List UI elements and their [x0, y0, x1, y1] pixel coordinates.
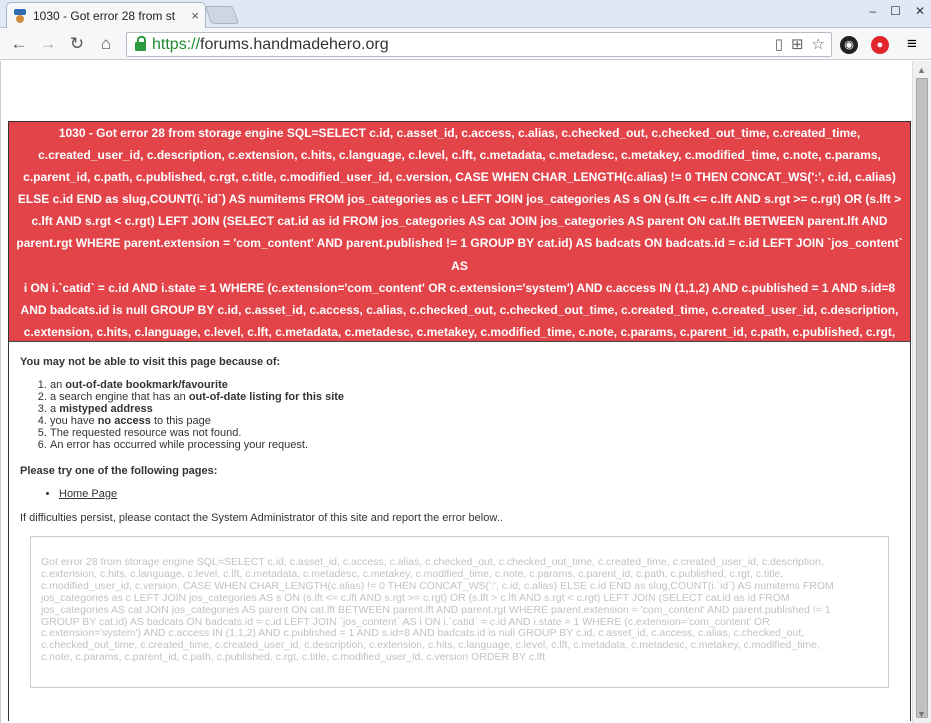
translate-icon[interactable]: ⊞: [791, 35, 804, 53]
url-host: forums.handmadehero.org: [200, 35, 389, 53]
reason-item: an out-of-date bookmark/favourite: [50, 379, 899, 391]
extension-red-icon[interactable]: ●: [869, 33, 891, 55]
error-line: c.extension, c.hits, c.language, c.level…: [23, 324, 896, 339]
tab-title: 1030 - Got error 28 from st: [33, 8, 176, 23]
address-bar[interactable]: https://forums.handmadehero.org ▯ ⊞ ☆: [126, 32, 832, 57]
error-line: ELSE c.id END as slug,COUNT(i.`id`) AS n…: [17, 192, 902, 207]
scroll-up-arrow-icon[interactable]: ▲: [917, 65, 926, 75]
reason-text: to this page: [150, 415, 211, 427]
error-detail-box: Got error 28 from storage engine SQL=SEL…: [30, 536, 889, 688]
maximize-icon[interactable]: ☐: [890, 4, 901, 18]
reader-mode-icon[interactable]: ▯: [775, 35, 783, 53]
reason-text: you have: [50, 415, 98, 427]
home-icon[interactable]: ⌂: [95, 33, 117, 55]
error-line: i ON i.`catid` = c.id AND i.state = 1 WH…: [23, 280, 896, 295]
error-detail-line: c.note, c.params, c.parent_id, c.path, c…: [41, 651, 546, 664]
browser-titlebar: 1030 - Got error 28 from st × – ☐ ✕: [0, 0, 931, 28]
reason-text: The requested resource was not found.: [50, 427, 242, 439]
error-page: 1030 - Got error 28 from storage engine …: [8, 121, 911, 721]
reload-icon[interactable]: ↻: [66, 33, 88, 55]
reason-text: an: [50, 379, 66, 391]
reason-item: you have no access to this page: [50, 415, 899, 427]
list-item: Home Page: [59, 488, 899, 500]
error-message-banner: 1030 - Got error 28 from storage engine …: [9, 122, 910, 361]
pages-list: Home Page: [59, 488, 899, 500]
back-arrow-icon[interactable]: ←: [8, 33, 30, 55]
error-detail-line: jos_categories as c LEFT JOIN jos_catego…: [41, 591, 790, 604]
github-extension-icon[interactable]: ◉: [838, 33, 860, 55]
new-tab-button[interactable]: [204, 6, 240, 24]
reason-emphasis: out-of-date bookmark/favourite: [65, 379, 228, 391]
site-favicon-icon: [13, 8, 27, 23]
reason-emphasis: no access: [97, 415, 151, 427]
window-controls: – ☐ ✕: [869, 4, 925, 18]
vertical-scrollbar[interactable]: ▲ ▼: [912, 61, 931, 723]
chrome-menu-icon[interactable]: ≡: [901, 33, 923, 55]
omnibox-actions: ▯ ⊞ ☆: [775, 35, 825, 53]
error-detail-line: jos_categories AS cat JOIN jos_categorie…: [41, 603, 831, 616]
home-page-link[interactable]: Home Page: [59, 488, 117, 500]
error-line: c.lft AND s.rgt < c.rgt) LEFT JOIN (SELE…: [31, 214, 888, 229]
error-detail-line: c.modified_user_id, c.version, CASE WHEN…: [41, 579, 834, 592]
error-line: c.created_user_id, c.description, c.exte…: [38, 148, 881, 163]
reason-emphasis: out-of-date listing for this site: [188, 391, 345, 403]
bookmark-star-icon[interactable]: ☆: [812, 35, 825, 53]
reason-item: a search engine that has an out-of-date …: [50, 391, 899, 403]
url-scheme: https://: [152, 35, 201, 53]
persist-text: If difficulties persist, please contact …: [20, 512, 503, 524]
minimize-icon[interactable]: –: [869, 4, 876, 18]
error-line: 1030 - Got error 28 from storage engine …: [58, 126, 861, 140]
reason-item: An error has occurred while processing y…: [50, 439, 899, 451]
lock-icon: [135, 36, 146, 51]
browser-toolbar: ← → ↻ ⌂ https://forums.handmadehero.org …: [0, 28, 931, 60]
reason-emphasis: mistyped address: [59, 403, 153, 415]
reason-text: a search engine that has an: [50, 391, 189, 403]
error-content: You may not be able to visit this page b…: [9, 342, 910, 702]
reason-text: a: [50, 403, 60, 415]
close-tab-icon[interactable]: ×: [191, 8, 199, 23]
scroll-down-arrow-icon[interactable]: ▼: [917, 709, 926, 719]
reason-item: a mistyped address: [50, 403, 899, 415]
scroll-thumb[interactable]: [916, 78, 928, 718]
reason-item: The requested resource was not found.: [50, 427, 899, 439]
forward-arrow-icon[interactable]: →: [37, 33, 59, 55]
error-line: parent.rgt WHERE parent.extension = 'com…: [16, 236, 903, 273]
browser-tab[interactable]: 1030 - Got error 28 from st ×: [6, 2, 206, 28]
error-line: AND badcats.id is null GROUP BY c.id, c.…: [20, 302, 899, 317]
reason-text: An error has occurred while processing y…: [50, 439, 309, 451]
page-viewport: 1030 - Got error 28 from storage engine …: [0, 61, 912, 723]
please-try-text: Please try one of the following pages:: [20, 465, 218, 477]
reasons-list: an out-of-date bookmark/favouritea searc…: [50, 379, 899, 451]
close-window-icon[interactable]: ✕: [915, 4, 925, 18]
error-line: c.parent_id, c.path, c.published, c.rgt,…: [23, 170, 896, 185]
